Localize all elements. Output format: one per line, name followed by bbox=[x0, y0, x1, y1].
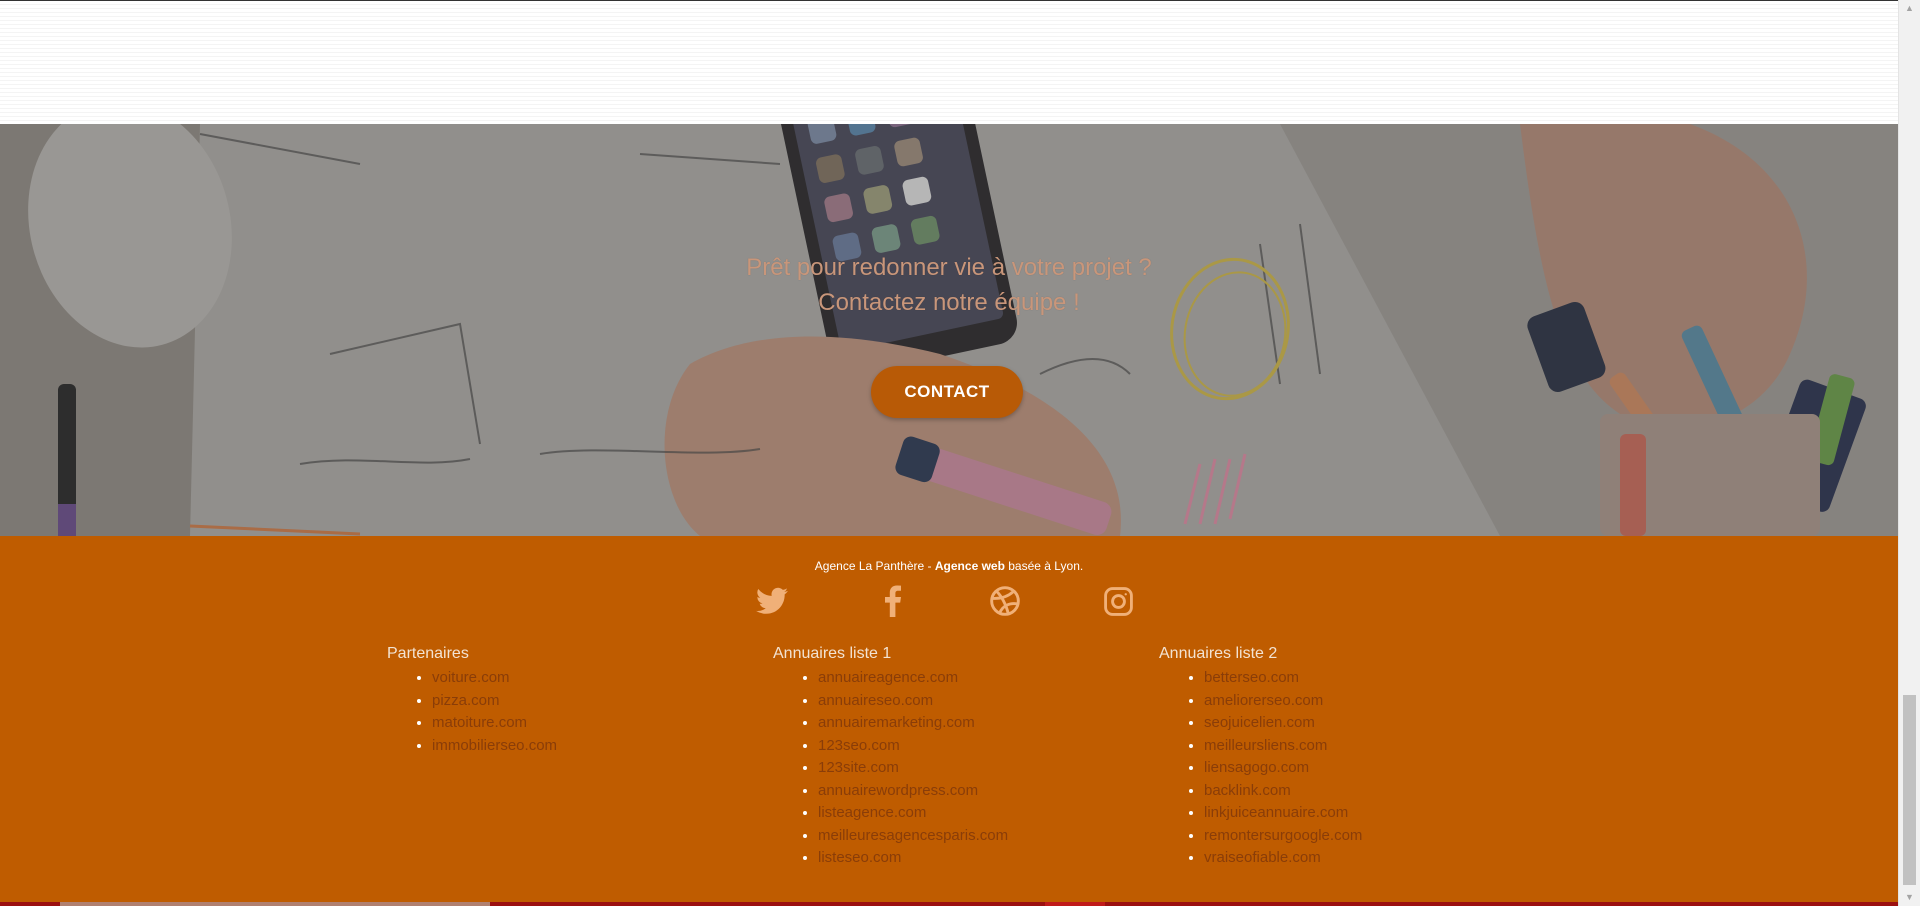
list-item[interactable]: annuairewordpress.com bbox=[818, 780, 1008, 803]
bottom-bar-segment bbox=[60, 902, 490, 906]
scrollbar-thumb[interactable] bbox=[1903, 695, 1916, 885]
list-item[interactable]: immobilierseo.com bbox=[432, 735, 557, 758]
footer-column-annuaires-2: Annuaires liste 2 betterseo.com ameliore… bbox=[1159, 644, 1362, 870]
hero-heading-line2: Contactez notre équipe ! bbox=[818, 289, 1080, 316]
footer-tagline: Agence La Panthère - Agence web basée à … bbox=[0, 559, 1898, 573]
content-area: Prêt pour redonner vie à votre projet ? … bbox=[0, 0, 1898, 906]
twitter-icon[interactable] bbox=[755, 584, 789, 618]
footer-link[interactable]: listeagence.com bbox=[818, 804, 926, 821]
footer-column-partenaires: Partenaires voiture.com pizza.com matoit… bbox=[387, 644, 557, 757]
facebook-icon[interactable] bbox=[876, 584, 910, 618]
hero-text: Prêt pour redonner vie à votre projet ? … bbox=[0, 250, 1898, 320]
tagline-agence-web: Agence web bbox=[934, 559, 1005, 573]
top-blank-section bbox=[0, 0, 1898, 124]
footer-link[interactable]: annuairemarketing.com bbox=[818, 714, 975, 731]
column-title: Partenaires bbox=[387, 645, 469, 662]
column-title: Annuaires liste 1 bbox=[773, 645, 892, 662]
footer-link[interactable]: matoiture.com bbox=[432, 714, 527, 731]
hero-heading-line1: Prêt pour redonner vie à votre projet ? bbox=[746, 254, 1152, 281]
instagram-icon[interactable] bbox=[1101, 584, 1135, 618]
footer-link[interactable]: voiture.com bbox=[432, 669, 510, 686]
footer-link[interactable]: seojuicelien.com bbox=[1204, 714, 1315, 731]
hero-dark-overlay bbox=[0, 124, 1898, 536]
list-item[interactable]: annuaireagence.com bbox=[818, 667, 1008, 690]
footer-link[interactable]: vraiseofiable.com bbox=[1204, 849, 1321, 866]
list-item[interactable]: remontersurgoogle.com bbox=[1204, 825, 1362, 848]
scroll-down-arrow-icon[interactable]: ▼ bbox=[1899, 889, 1920, 906]
tagline-part1: Agence La Panthère - bbox=[814, 559, 935, 573]
list-item[interactable]: listeagence.com bbox=[818, 802, 1008, 825]
list-item[interactable]: meilleursliens.com bbox=[1204, 735, 1362, 758]
footer-link[interactable]: ameliorerseo.com bbox=[1204, 692, 1323, 709]
footer-link[interactable]: meilleuresagencesparis.com bbox=[818, 827, 1008, 844]
footer-link[interactable]: annuaireagence.com bbox=[818, 669, 958, 686]
hero-banner: Prêt pour redonner vie à votre projet ? … bbox=[0, 124, 1898, 536]
footer-link[interactable]: liensagogo.com bbox=[1204, 759, 1309, 776]
footer-link[interactable]: backlink.com bbox=[1204, 782, 1291, 799]
link-list: betterseo.com ameliorerseo.com seojuicel… bbox=[1159, 667, 1362, 870]
footer-link[interactable]: immobilierseo.com bbox=[432, 737, 557, 754]
list-item[interactable]: annuaireseo.com bbox=[818, 690, 1008, 713]
list-item[interactable]: betterseo.com bbox=[1204, 667, 1362, 690]
footer-link[interactable]: meilleursliens.com bbox=[1204, 737, 1327, 754]
list-item[interactable]: seojuicelien.com bbox=[1204, 712, 1362, 735]
list-item[interactable]: liensagogo.com bbox=[1204, 757, 1362, 780]
vertical-scrollbar[interactable]: ▲ ▼ bbox=[1898, 0, 1920, 906]
list-item[interactable]: voiture.com bbox=[432, 667, 557, 690]
footer-link[interactable]: remontersurgoogle.com bbox=[1204, 827, 1362, 844]
footer-link[interactable]: annuaireseo.com bbox=[818, 692, 933, 709]
link-list: voiture.com pizza.com matoiture.com immo… bbox=[387, 667, 557, 757]
list-item[interactable]: pizza.com bbox=[432, 690, 557, 713]
tagline-part2: basée à Lyon. bbox=[1004, 559, 1084, 573]
list-item[interactable]: 123site.com bbox=[818, 757, 1008, 780]
list-item[interactable]: backlink.com bbox=[1204, 780, 1362, 803]
footer-column-annuaires-1: Annuaires liste 1 annuaireagence.com ann… bbox=[773, 644, 1008, 870]
list-item[interactable]: vraiseofiable.com bbox=[1204, 847, 1362, 870]
list-item[interactable]: ameliorerseo.com bbox=[1204, 690, 1362, 713]
column-title: Annuaires liste 2 bbox=[1159, 645, 1278, 662]
link-list: annuaireagence.com annuaireseo.com annua… bbox=[773, 667, 1008, 870]
footer-link[interactable]: 123seo.com bbox=[818, 737, 900, 754]
bottom-bar bbox=[0, 902, 1898, 906]
contact-button[interactable]: CONTACT bbox=[871, 366, 1023, 418]
footer-link[interactable]: linkjuiceannuaire.com bbox=[1204, 804, 1348, 821]
footer-link[interactable]: betterseo.com bbox=[1204, 669, 1299, 686]
footer-link[interactable]: pizza.com bbox=[432, 692, 500, 709]
footer-link[interactable]: annuairewordpress.com bbox=[818, 782, 978, 799]
list-item[interactable]: annuairemarketing.com bbox=[818, 712, 1008, 735]
footer-link[interactable]: listeseo.com bbox=[818, 849, 901, 866]
site-footer: Agence La Panthère - Agence web basée à … bbox=[0, 536, 1898, 906]
page: Prêt pour redonner vie à votre projet ? … bbox=[0, 0, 1920, 906]
list-item[interactable]: 123seo.com bbox=[818, 735, 1008, 758]
list-item[interactable]: meilleuresagencesparis.com bbox=[818, 825, 1008, 848]
list-item[interactable]: linkjuiceannuaire.com bbox=[1204, 802, 1362, 825]
footer-link[interactable]: 123site.com bbox=[818, 759, 899, 776]
bottom-bar-segment bbox=[1045, 902, 1105, 906]
scroll-up-arrow-icon[interactable]: ▲ bbox=[1899, 0, 1920, 17]
list-item[interactable]: listeseo.com bbox=[818, 847, 1008, 870]
list-item[interactable]: matoiture.com bbox=[432, 712, 557, 735]
dribbble-icon[interactable] bbox=[988, 584, 1022, 618]
